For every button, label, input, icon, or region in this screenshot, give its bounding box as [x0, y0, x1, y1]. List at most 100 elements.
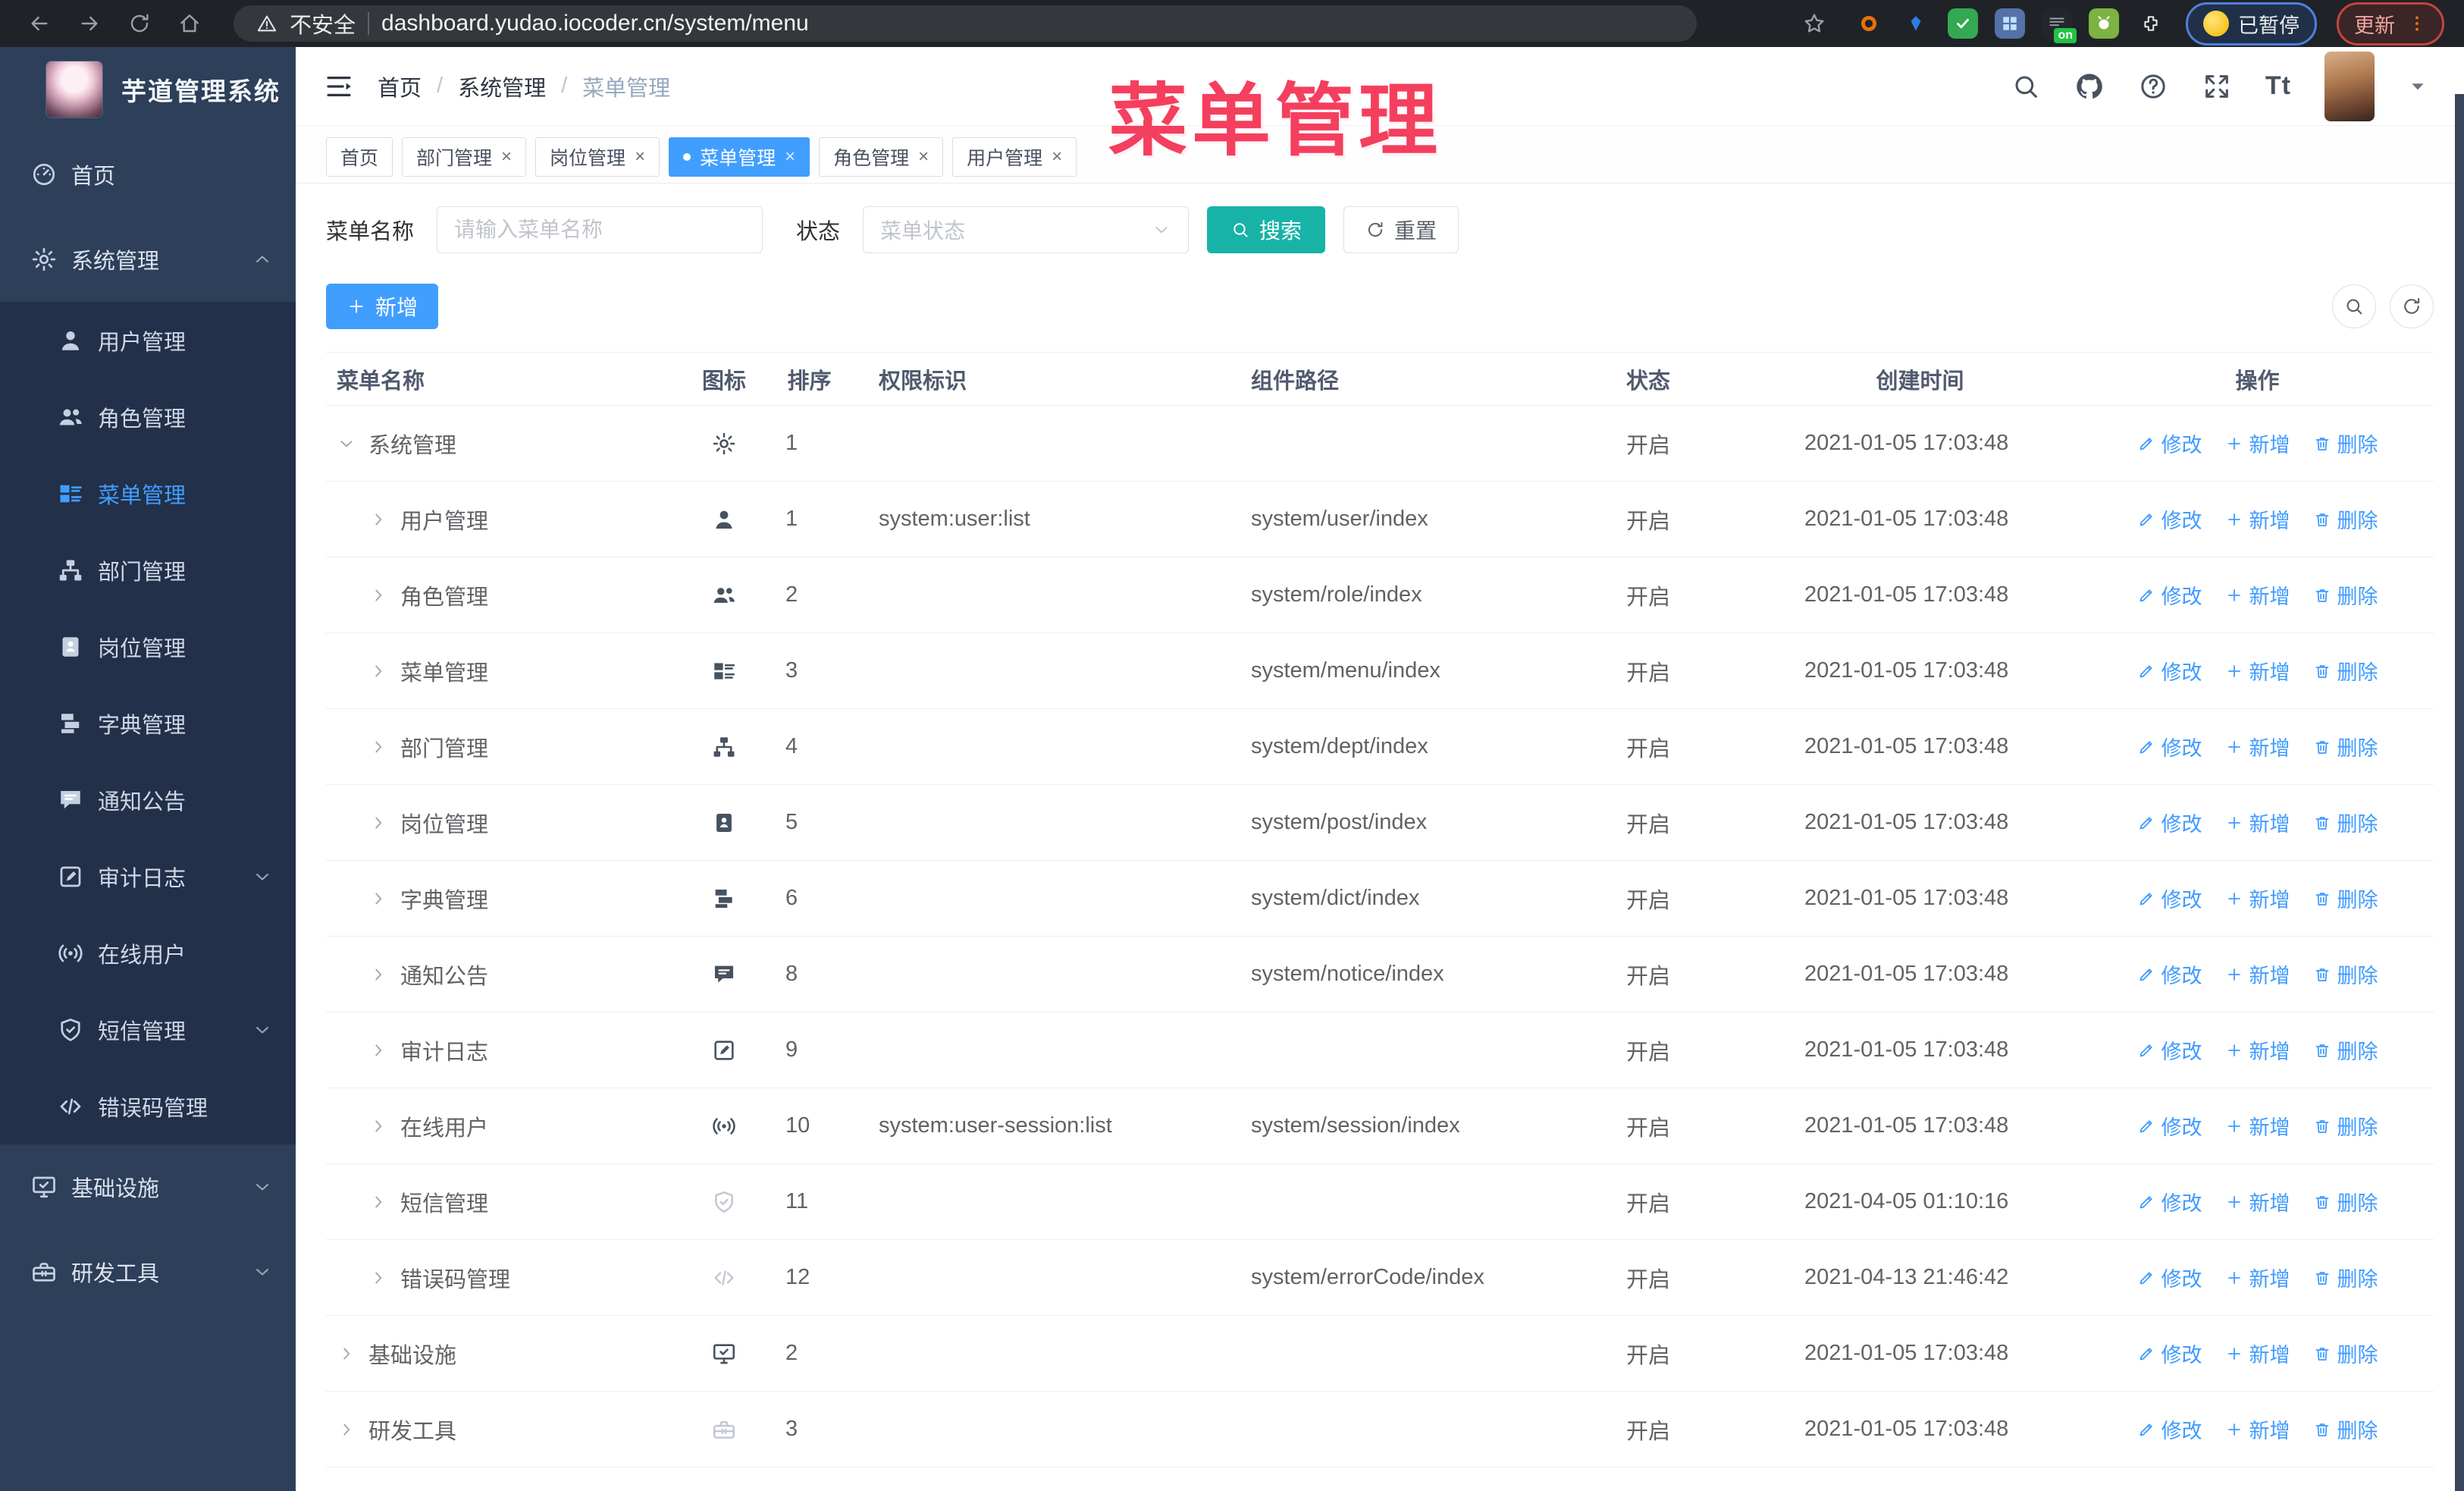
bookmark-star-icon[interactable]: [1795, 4, 1834, 43]
sidebar-item-system[interactable]: 系统管理: [0, 217, 296, 302]
chevron-right-icon[interactable]: [368, 1192, 388, 1212]
close-icon[interactable]: ×: [918, 147, 929, 166]
row-action-delete[interactable]: 删除: [2313, 1414, 2378, 1444]
row-action-add[interactable]: 新增: [2225, 1339, 2290, 1368]
breadcrumb-item[interactable]: 系统管理: [458, 71, 546, 102]
help-icon[interactable]: [2138, 71, 2168, 102]
chevron-right-icon[interactable]: [368, 585, 388, 605]
row-action-add[interactable]: 新增: [2225, 1187, 2290, 1216]
github-icon[interactable]: [2074, 71, 2105, 102]
row-action-edit[interactable]: 修改: [2137, 1035, 2202, 1065]
close-icon[interactable]: ×: [501, 147, 512, 166]
row-action-edit[interactable]: 修改: [2137, 1414, 2202, 1444]
sidebar-item-post[interactable]: 岗位管理: [0, 608, 296, 685]
close-icon[interactable]: ×: [785, 147, 795, 166]
tab-角色管理[interactable]: 角色管理 ×: [819, 137, 944, 177]
row-action-delete[interactable]: 删除: [2313, 1263, 2378, 1292]
extension-android-icon[interactable]: [2089, 8, 2119, 39]
row-action-add[interactable]: 新增: [2225, 1111, 2290, 1141]
row-action-delete[interactable]: 删除: [2313, 884, 2378, 913]
browser-reload-icon[interactable]: [120, 4, 159, 43]
row-action-delete[interactable]: 删除: [2313, 1111, 2378, 1141]
tab-岗位管理[interactable]: 岗位管理 ×: [535, 137, 660, 177]
sidebar-logo-row[interactable]: 芋道管理系统: [0, 47, 296, 132]
row-action-delete[interactable]: 删除: [2313, 1187, 2378, 1216]
sidebar-item-dept[interactable]: 部门管理: [0, 532, 296, 608]
chevron-right-icon[interactable]: [368, 1041, 388, 1060]
caret-down-icon[interactable]: [2408, 77, 2428, 96]
row-action-add[interactable]: 新增: [2225, 428, 2290, 458]
font-size-icon[interactable]: Tt: [2265, 71, 2291, 101]
sidebar-item-dict[interactable]: 字典管理: [0, 685, 296, 761]
sidebar-item-devtools[interactable]: 研发工具: [0, 1229, 296, 1314]
chevron-right-icon[interactable]: [368, 1268, 388, 1288]
close-icon[interactable]: ×: [635, 147, 645, 166]
status-select[interactable]: 菜单状态: [863, 206, 1190, 253]
chevron-right-icon[interactable]: [368, 661, 388, 681]
breadcrumb-item[interactable]: 首页: [378, 71, 422, 102]
chevron-right-icon[interactable]: [368, 965, 388, 984]
sidebar-item-menu[interactable]: 菜单管理: [0, 455, 296, 532]
browser-back-icon[interactable]: [20, 4, 59, 43]
add-button[interactable]: 新增: [326, 284, 439, 329]
row-action-add[interactable]: 新增: [2225, 808, 2290, 837]
row-action-add[interactable]: 新增: [2225, 1263, 2290, 1292]
tab-菜单管理[interactable]: 菜单管理 ×: [669, 137, 810, 177]
search-button[interactable]: 搜索: [1207, 206, 1326, 253]
sidebar-item-role[interactable]: 角色管理: [0, 378, 296, 455]
row-action-edit[interactable]: 修改: [2137, 1187, 2202, 1216]
sidebar-item-online[interactable]: 在线用户: [0, 915, 296, 991]
refresh-table-button[interactable]: [2390, 284, 2434, 328]
row-action-edit[interactable]: 修改: [2137, 1339, 2202, 1368]
address-bar[interactable]: 不安全 dashboard.yudao.iocoder.cn/system/me…: [234, 5, 1697, 42]
chevron-right-icon[interactable]: [368, 813, 388, 833]
row-action-edit[interactable]: 修改: [2137, 808, 2202, 837]
chevron-right-icon[interactable]: [368, 1116, 388, 1136]
sidebar-item-auditlog[interactable]: 审计日志: [0, 838, 296, 915]
chevron-right-icon[interactable]: [368, 510, 388, 529]
sidebar-item-errorcode[interactable]: 错误码管理: [0, 1068, 296, 1144]
paused-badge[interactable]: 已暂停: [2186, 2, 2317, 46]
row-action-edit[interactable]: 修改: [2137, 1111, 2202, 1141]
sidebar-item-home[interactable]: 首页: [0, 132, 296, 217]
row-action-add[interactable]: 新增: [2225, 580, 2290, 610]
row-action-delete[interactable]: 删除: [2313, 1035, 2378, 1065]
row-action-add[interactable]: 新增: [2225, 959, 2290, 989]
row-action-edit[interactable]: 修改: [2137, 580, 2202, 610]
row-action-edit[interactable]: 修改: [2137, 1263, 2202, 1292]
chevron-right-icon[interactable]: [337, 1344, 356, 1364]
browser-forward-icon[interactable]: [70, 4, 109, 43]
search-icon[interactable]: [2011, 71, 2041, 102]
row-action-edit[interactable]: 修改: [2137, 656, 2202, 686]
tab-首页[interactable]: 首页: [326, 137, 393, 177]
menu-name-input[interactable]: [437, 206, 763, 253]
hamburger-icon[interactable]: [323, 71, 355, 102]
sidebar-item-sms[interactable]: 短信管理: [0, 991, 296, 1068]
row-action-delete[interactable]: 删除: [2313, 808, 2378, 837]
row-action-add[interactable]: 新增: [2225, 884, 2290, 913]
row-action-edit[interactable]: 修改: [2137, 959, 2202, 989]
row-action-add[interactable]: 新增: [2225, 732, 2290, 761]
row-action-delete[interactable]: 删除: [2313, 656, 2378, 686]
scrollbar[interactable]: [2455, 94, 2464, 1491]
row-action-delete[interactable]: 删除: [2313, 580, 2378, 610]
row-action-add[interactable]: 新增: [2225, 504, 2290, 534]
sidebar-item-notice[interactable]: 通知公告: [0, 761, 296, 838]
extension-onoff-icon[interactable]: on: [2042, 8, 2077, 43]
row-action-add[interactable]: 新增: [2225, 656, 2290, 686]
sidebar-item-infra[interactable]: 基础设施: [0, 1144, 296, 1229]
sidebar-item-user[interactable]: 用户管理: [0, 302, 296, 378]
row-action-edit[interactable]: 修改: [2137, 428, 2202, 458]
chevron-right-icon[interactable]: [368, 889, 388, 909]
tab-部门管理[interactable]: 部门管理 ×: [402, 137, 527, 177]
user-avatar[interactable]: [2324, 51, 2375, 121]
browser-home-icon[interactable]: [170, 4, 209, 43]
row-action-delete[interactable]: 删除: [2313, 1339, 2378, 1368]
extension-gem-icon[interactable]: [1901, 8, 1931, 39]
chevron-right-icon[interactable]: [368, 737, 388, 757]
kebab-menu-icon[interactable]: [2407, 14, 2427, 33]
reset-button[interactable]: 重置: [1343, 206, 1459, 253]
row-action-edit[interactable]: 修改: [2137, 504, 2202, 534]
row-action-delete[interactable]: 删除: [2313, 959, 2378, 989]
row-action-add[interactable]: 新增: [2225, 1035, 2290, 1065]
